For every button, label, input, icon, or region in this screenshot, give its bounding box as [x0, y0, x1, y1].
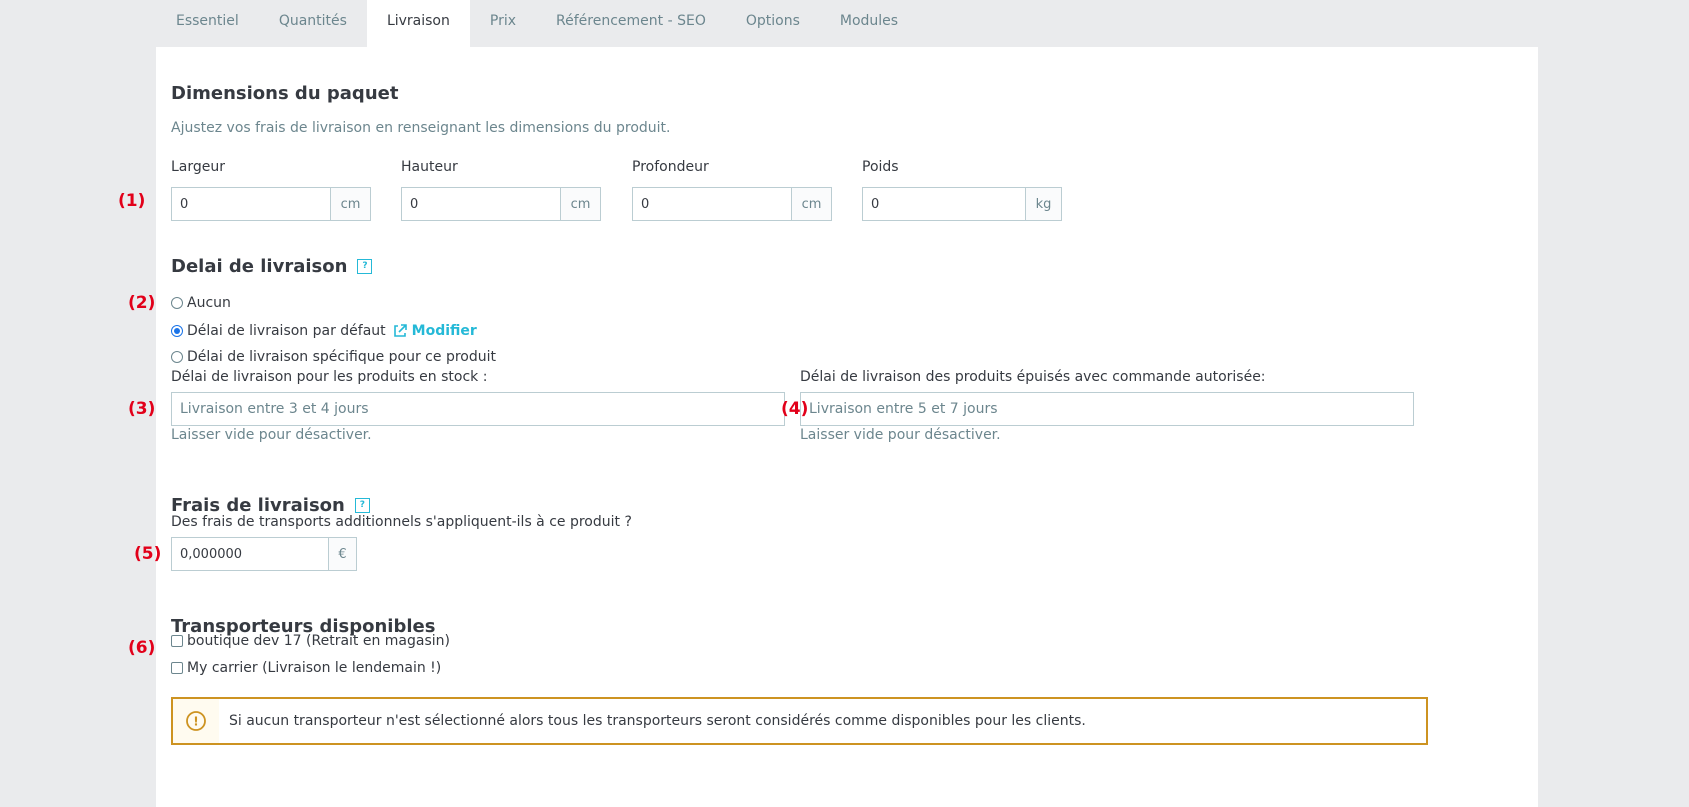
width-unit: cm — [330, 188, 370, 220]
weight-label: Poids — [862, 159, 899, 175]
shipping-fee-input[interactable] — [172, 538, 328, 570]
external-link-icon — [393, 324, 407, 337]
marker-5: (5) — [134, 544, 162, 564]
edit-default-delivery-link[interactable]: Modifier — [392, 323, 477, 339]
alert-message: Si aucun transporteur n'est sélectionné … — [229, 713, 1086, 729]
height-unit: cm — [560, 188, 600, 220]
marker-1: (1) — [118, 191, 146, 211]
height-label: Hauteur — [401, 159, 458, 175]
depth-label: Profondeur — [632, 159, 709, 175]
shipping-fees-title: Frais de livraison ? — [171, 495, 370, 516]
svg-text:!: ! — [193, 715, 198, 729]
radio-none[interactable] — [171, 297, 183, 309]
carrier-item-my-carrier[interactable]: My carrier (Livraison le lendemain !) — [171, 660, 441, 676]
in-stock-delivery-input[interactable] — [171, 392, 785, 426]
weight-input[interactable] — [863, 188, 1025, 220]
tab-essentiel[interactable]: Essentiel — [156, 0, 259, 47]
radio-default[interactable] — [171, 325, 183, 337]
warning-icon: ! — [186, 711, 206, 731]
tab-options[interactable]: Options — [726, 0, 820, 47]
marker-3: (3) — [128, 399, 156, 419]
shipping-panel: Dimensions du paquet Ajustez vos frais d… — [118, 47, 1538, 807]
weight-unit: kg — [1025, 188, 1061, 220]
out-of-stock-delivery-hint: Laisser vide pour désactiver. — [800, 427, 1001, 443]
delivery-option-default[interactable]: Délai de livraison par défaut Modifier — [171, 323, 477, 339]
delivery-option-specific-label: Délai de livraison spécifique pour ce pr… — [187, 349, 496, 365]
shipping-fees-question: Des frais de transports additionnels s'a… — [171, 514, 632, 530]
alert-icon-box: ! — [173, 699, 219, 743]
out-of-stock-delivery-input[interactable] — [800, 392, 1414, 426]
delivery-option-specific[interactable]: Délai de livraison spécifique pour ce pr… — [171, 349, 496, 365]
depth-unit: cm — [791, 188, 831, 220]
width-label: Largeur — [171, 159, 226, 175]
shipping-fee-field-group: € — [171, 537, 357, 571]
delivery-time-title: Delai de livraison ? — [171, 256, 373, 277]
currency-unit: € — [328, 538, 356, 570]
product-tabs: Essentiel Quantités Livraison Prix Référ… — [156, 0, 918, 47]
depth-input[interactable] — [633, 188, 791, 220]
depth-field-group: cm — [632, 187, 832, 221]
delivery-option-none[interactable]: Aucun — [171, 295, 231, 311]
height-input[interactable] — [402, 188, 560, 220]
width-field-group: cm — [171, 187, 371, 221]
carrier-item-boutique[interactable]: boutique dev 17 (Retrait en magasin) — [171, 633, 450, 649]
carrier-checkbox[interactable] — [171, 662, 183, 674]
carrier-label: My carrier (Livraison le lendemain !) — [187, 660, 442, 676]
carrier-label: boutique dev 17 (Retrait en magasin) — [187, 633, 450, 649]
carriers-warning-alert: ! Si aucun transporteur n'est sélectionn… — [171, 697, 1428, 745]
dimensions-title: Dimensions du paquet — [171, 83, 399, 104]
help-icon[interactable]: ? — [357, 259, 373, 274]
width-input[interactable] — [172, 188, 330, 220]
carrier-checkbox[interactable] — [171, 635, 183, 647]
tab-seo[interactable]: Référencement - SEO — [536, 0, 726, 47]
delivery-option-none-label: Aucun — [187, 295, 231, 311]
in-stock-delivery-hint: Laisser vide pour désactiver. — [171, 427, 372, 443]
marker-6: (6) — [128, 638, 156, 658]
tab-quantites[interactable]: Quantités — [259, 0, 367, 47]
radio-specific[interactable] — [171, 351, 183, 363]
dimensions-description: Ajustez vos frais de livraison en rensei… — [171, 120, 671, 136]
marker-2: (2) — [128, 293, 156, 313]
help-icon[interactable]: ? — [354, 498, 370, 513]
weight-field-group: kg — [862, 187, 1062, 221]
in-stock-delivery-label: Délai de livraison pour les produits en … — [171, 369, 488, 385]
height-field-group: cm — [401, 187, 601, 221]
out-of-stock-delivery-label: Délai de livraison des produits épuisés … — [800, 369, 1266, 385]
tab-prix[interactable]: Prix — [470, 0, 536, 47]
tab-livraison[interactable]: Livraison — [366, 0, 470, 47]
tab-modules[interactable]: Modules — [820, 0, 918, 47]
marker-4: (4) — [781, 399, 809, 419]
delivery-option-default-label: Délai de livraison par défaut — [187, 323, 386, 339]
